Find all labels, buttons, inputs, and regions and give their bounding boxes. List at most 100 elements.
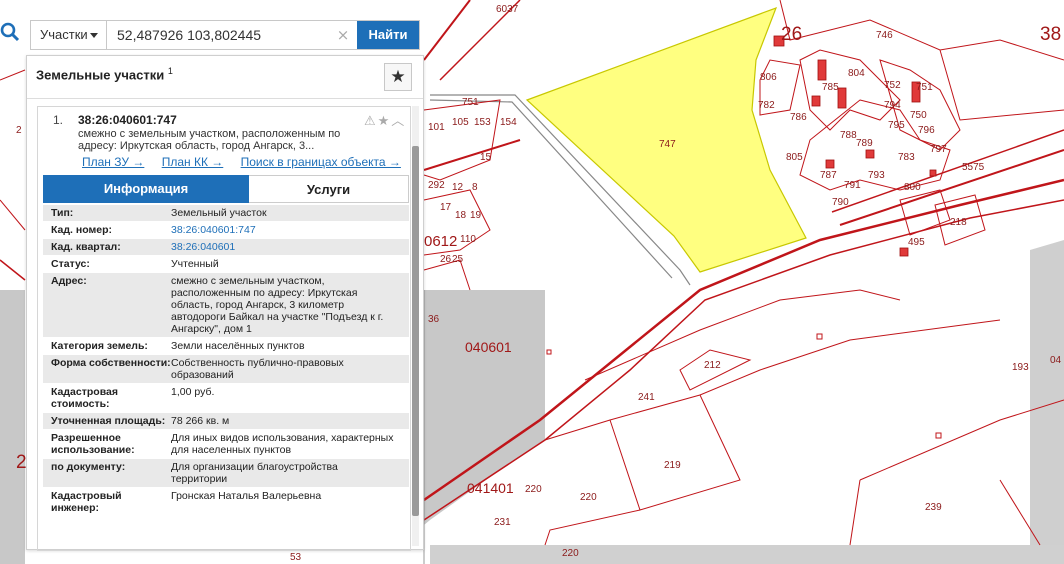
parcel-label: 805	[786, 152, 803, 163]
info-key: Кад. номер:	[51, 224, 113, 236]
plan-kk-link[interactable]: План КК →	[162, 155, 224, 169]
quarter-label: 040601	[465, 339, 512, 355]
info-value: Учтенный	[171, 258, 219, 270]
parcel-label: 220	[562, 548, 579, 559]
parcel-label: 26	[440, 254, 452, 265]
parcel-label: 785	[822, 82, 839, 93]
info-row: Разрешенное использование: Для иных видов…	[43, 430, 409, 459]
info-key: Кад. квартал:	[51, 241, 121, 253]
info-row: Кадастровый инженер: Гронская Наталья Вал…	[43, 488, 409, 517]
info-row: Кад. номер: 38:26:040601:747	[43, 222, 409, 239]
parcel-label: 212	[704, 360, 721, 371]
info-key: Кадастровый инженер:	[51, 490, 122, 514]
info-row: Адрес: смежно с земельным участком, распо…	[43, 273, 409, 338]
building-marker	[817, 59, 827, 81]
parcel-label: 796	[918, 125, 935, 136]
info-row: Категория земель: Земли населённых пункто…	[43, 338, 409, 355]
grey-zone	[1030, 240, 1064, 545]
result-description: смежно с земельным участком, расположенн…	[78, 128, 341, 152]
boundary-line	[0, 199, 26, 231]
info-key: Адрес:	[51, 275, 87, 287]
info-value: Земельный участок	[171, 207, 267, 219]
result-tabs: Информация Услуги	[43, 175, 409, 203]
parcel-label: 239	[925, 502, 942, 513]
parcel-label: 751	[462, 97, 479, 108]
parcel-label: 8	[472, 182, 478, 193]
boundary-line	[0, 69, 26, 81]
parcel-label: 794	[884, 100, 901, 111]
parcel-label: 747	[659, 139, 676, 150]
result-index: 1.	[53, 113, 64, 127]
info-value: Для организации благоустройства территор…	[171, 461, 338, 485]
cad-number-link[interactable]: 38:26:040601:747	[171, 224, 396, 236]
parcel-label: 15	[480, 152, 492, 163]
cad-quarter-link[interactable]: 38:26:040601	[171, 241, 396, 253]
parcel-label: 19	[470, 210, 482, 221]
favorite-star-icon[interactable]: ★	[384, 63, 412, 91]
parcel-label: 292	[428, 180, 445, 191]
info-value: 1,00 руб.	[171, 386, 215, 398]
info-value: Для иных видов использования, характерны…	[171, 432, 394, 456]
info-key: Кадастровая стоимость:	[51, 386, 118, 410]
boundary-line	[423, 139, 521, 171]
parcel-label: 220	[525, 484, 542, 495]
parcel-label: 495	[908, 237, 925, 248]
parcel-label: 105	[452, 117, 469, 128]
parcel-label: 783	[898, 152, 915, 163]
parcel-label: 18	[455, 210, 467, 221]
parcel-label: 38	[1040, 24, 1061, 45]
result-action-icons[interactable]: ⚠★︿	[364, 110, 406, 129]
info-value: Гронская Наталья Валерьевна	[171, 490, 322, 502]
parcel-boundary	[544, 419, 611, 441]
clear-icon[interactable]: ×	[335, 21, 351, 49]
chevron-down-icon	[90, 33, 98, 38]
parcel-label: 153	[474, 117, 491, 128]
parcel-label: 193	[1012, 362, 1029, 373]
info-row: Кадастровая стоимость: 1,00 руб.	[43, 384, 409, 413]
parcel-boundary	[849, 479, 861, 546]
result-card[interactable]: 1. 38:26:040601:747 ⚠★︿ смежно с земельн…	[37, 106, 411, 551]
search-in-bounds-link[interactable]: Поиск в границах объекта →	[241, 155, 401, 169]
parcel-label: 795	[888, 120, 905, 131]
parcel-label: 53	[290, 552, 302, 563]
parcel-label: 2	[16, 452, 27, 473]
building-marker	[865, 149, 875, 159]
info-key: по документу:	[51, 461, 126, 473]
scrollbar-thumb[interactable]	[412, 146, 419, 516]
parcel-label: 101	[428, 122, 445, 133]
results-panel: Земельные участки 1 ★ 1. 38:26:040601:74…	[26, 55, 424, 551]
grey-zone	[0, 290, 25, 564]
search-input[interactable]	[109, 21, 349, 49]
parcel-label: 241	[638, 392, 655, 403]
parcel-boundary	[609, 394, 741, 511]
parcel-label: 797	[930, 144, 947, 155]
parcel-label: 231	[494, 517, 511, 528]
parcel-label: 5575	[962, 162, 985, 173]
parcel-label: 220	[580, 492, 597, 503]
parcel-label: 219	[664, 460, 681, 471]
panel-title: Земельные участки 1	[36, 66, 173, 82]
parcel-label: 2	[16, 125, 22, 136]
tab-services[interactable]: Услуги	[249, 175, 409, 203]
building-marker	[837, 87, 847, 109]
parcel-label: 789	[856, 138, 873, 149]
info-row: Статус: Учтенный	[43, 256, 409, 273]
parcel-boundary	[939, 49, 1064, 121]
tab-information[interactable]: Информация	[43, 175, 249, 203]
parcel-boundary	[584, 289, 901, 381]
parcel-label: 17	[440, 202, 452, 213]
parcel-label: 04	[1050, 355, 1062, 366]
building-marker	[929, 169, 937, 177]
divider	[27, 98, 423, 99]
search-bar: Участки × Найти	[30, 20, 420, 50]
scrollbar[interactable]	[412, 106, 419, 546]
parcel-boundary	[544, 509, 641, 546]
search-icon[interactable]	[0, 22, 22, 48]
find-button[interactable]: Найти	[357, 21, 419, 49]
search-mode-dropdown[interactable]: Участки	[31, 21, 107, 49]
plan-zu-link[interactable]: План ЗУ →	[82, 155, 144, 169]
info-key: Статус:	[51, 258, 90, 270]
info-row: Форма собственности:Собственность публич…	[43, 355, 409, 384]
quarter-label: 041401	[467, 480, 514, 496]
parcel-boundary	[935, 432, 942, 439]
